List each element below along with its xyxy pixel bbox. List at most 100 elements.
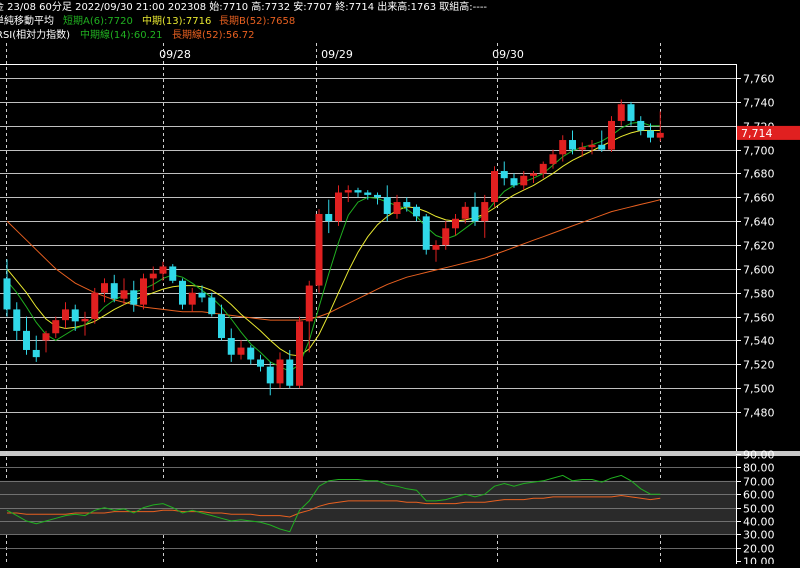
candle-body <box>42 333 50 341</box>
header-info-line: 金 23/08 60分足 2022/09/30 21:00 202308 始:7… <box>0 0 487 13</box>
candle-body <box>218 314 225 339</box>
rsi-tick-label: 90.00 <box>743 449 775 462</box>
candle-body <box>520 175 528 186</box>
price-tick-label: 7,500 <box>743 383 775 396</box>
ma-title: 単純移動平均 <box>0 14 54 27</box>
candle-body <box>637 120 645 131</box>
candle-body <box>500 171 508 179</box>
rsi-band <box>0 480 736 535</box>
candle-body <box>208 297 216 315</box>
candle-body <box>422 216 430 250</box>
candle-body <box>3 278 11 310</box>
ma-mid-label: 中期(13):7716 <box>142 14 211 27</box>
candle-body <box>32 349 40 358</box>
price-tick-label: 7,760 <box>743 73 775 86</box>
candle-body <box>23 330 30 350</box>
candle-body <box>578 147 586 150</box>
candle-body <box>335 192 342 222</box>
candle-body <box>383 197 391 214</box>
ma-short-label: 短期A(6):7720 <box>63 14 133 27</box>
rsi-long-label: 長期線(52):56.72 <box>172 28 255 41</box>
candle-body <box>81 318 89 322</box>
price-tick-label: 7,600 <box>743 264 775 277</box>
candle-body <box>296 321 303 386</box>
rsi-mid-label: 中期線(14):60.21 <box>80 28 163 41</box>
ma-long-label: 長期B(52):7658 <box>219 15 295 27</box>
rsi-tick-label: 70.00 <box>743 476 775 489</box>
candle-body <box>179 280 186 305</box>
candle-body <box>598 144 606 150</box>
candle-body <box>71 309 79 322</box>
candle-body <box>627 104 635 121</box>
price-tick-label: 7,540 <box>743 335 775 348</box>
candle-body <box>461 206 469 219</box>
candle <box>608 116 615 152</box>
candle <box>140 273 147 310</box>
candle-body <box>13 309 21 331</box>
candle-body <box>656 132 664 138</box>
date-header-row <box>0 43 736 63</box>
candle-body <box>247 347 255 360</box>
candle <box>491 166 498 207</box>
candle-body <box>227 338 235 355</box>
candle-body <box>432 245 440 250</box>
candle-body <box>510 178 518 186</box>
rsi-title: RSI(相対力指数) <box>0 28 70 41</box>
candle-body <box>608 120 615 150</box>
price-tick-label: 7,700 <box>743 145 775 158</box>
candle <box>422 213 430 255</box>
last-price-label: 7,714 <box>741 127 773 140</box>
chart-svg: 金 23/08 60分足 2022/09/30 21:00 202308 始:7… <box>0 0 800 568</box>
candle <box>91 287 99 324</box>
price-tick-label: 7,660 <box>743 192 775 205</box>
candle-body <box>237 347 245 355</box>
price-tick-label: 7,480 <box>743 407 775 420</box>
panel-separator <box>0 451 800 456</box>
price-tick-label: 7,680 <box>743 168 775 181</box>
price-tick-label: 7,520 <box>743 359 775 372</box>
candle <box>296 316 303 389</box>
candle-body <box>159 266 167 274</box>
candle-body <box>305 285 313 322</box>
candle-body <box>169 266 177 281</box>
candle-body <box>559 140 567 155</box>
date-label: 09/29 <box>321 48 353 61</box>
candle-body <box>315 213 323 286</box>
candle-body <box>257 359 264 367</box>
candle-body <box>101 283 108 293</box>
price-tick-label: 7,620 <box>743 240 775 253</box>
candle-body <box>120 290 128 299</box>
price-tick-label: 7,640 <box>743 216 775 229</box>
candle-body <box>130 290 138 305</box>
candle-body <box>617 104 625 121</box>
candle-body <box>276 359 284 384</box>
candle-body <box>198 292 206 298</box>
candle-body <box>413 206 420 217</box>
rsi-tick-label: 40.00 <box>743 516 775 529</box>
candle-body <box>549 154 557 164</box>
price-tick-label: 7,580 <box>743 288 775 301</box>
chart-background <box>0 0 800 564</box>
candle-body <box>110 283 118 299</box>
candle-body <box>647 130 654 138</box>
candle-body <box>491 171 498 203</box>
candle-body <box>539 163 547 174</box>
candle-body <box>403 202 411 207</box>
price-tick-label: 7,740 <box>743 97 775 110</box>
candle-body <box>364 192 372 195</box>
candle-body <box>52 320 60 334</box>
candle-body <box>471 206 479 222</box>
rsi-tick-label: 30.00 <box>743 529 775 542</box>
chart-area: 金 23/08 60分足 2022/09/30 21:00 202308 始:7… <box>0 0 800 568</box>
candle-body <box>62 309 69 321</box>
candle <box>169 264 177 284</box>
candle-body <box>374 194 381 198</box>
price-tick-label: 7,560 <box>743 312 775 325</box>
candle-body <box>140 278 147 305</box>
rsi-tick-label: 80.00 <box>743 462 775 475</box>
candle-body <box>452 218 459 229</box>
candle-body <box>393 202 401 214</box>
candle-body <box>149 273 157 279</box>
candle-body <box>266 366 274 384</box>
candle-body <box>481 202 489 222</box>
